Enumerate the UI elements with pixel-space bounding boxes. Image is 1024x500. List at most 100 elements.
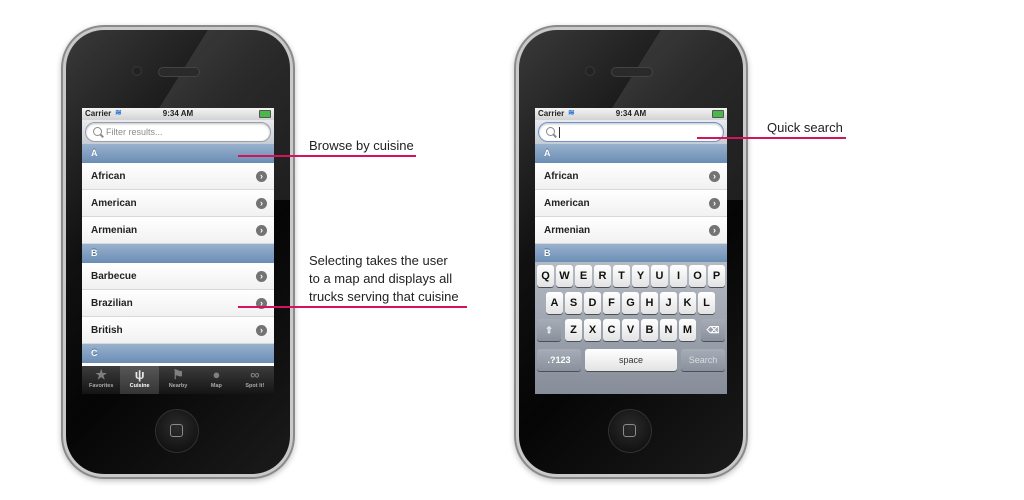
runner-icon: ⚑ xyxy=(172,367,184,382)
phone-left: Carrier ≋ 9:34 AM Filter results... A Af… xyxy=(66,30,290,474)
list-item-american[interactable]: American › xyxy=(82,190,274,217)
tab-favorites[interactable]: ★ Favorites xyxy=(82,366,120,394)
space-key[interactable]: space xyxy=(585,349,677,371)
search-icon xyxy=(546,127,555,136)
key-a[interactable]: A xyxy=(546,292,563,314)
tab-nearby[interactable]: ⚑ Nearby xyxy=(159,366,197,394)
key-j[interactable]: J xyxy=(660,292,677,314)
key-r[interactable]: R xyxy=(594,265,611,287)
keyboard-row-1: Q W E R T Y U I O P xyxy=(535,265,727,290)
list-item-label: African xyxy=(91,171,126,182)
search-key[interactable]: Search xyxy=(681,349,725,371)
key-x[interactable]: X xyxy=(584,319,601,341)
numbers-key[interactable]: .?123 xyxy=(537,349,581,371)
status-bar: Carrier ≋ 9:34 AM xyxy=(82,108,274,120)
fork-knife-icon: ψ xyxy=(134,367,145,382)
key-y[interactable]: Y xyxy=(632,265,649,287)
speaker-grille xyxy=(158,67,200,77)
shift-key[interactable]: ⇧ xyxy=(537,319,561,341)
key-z[interactable]: Z xyxy=(565,319,582,341)
annotation-line-2: to a map and displays all xyxy=(309,271,453,286)
search-input[interactable] xyxy=(538,122,724,142)
key-i[interactable]: I xyxy=(670,265,687,287)
list-item-brazilian[interactable]: Brazilian › xyxy=(82,290,274,317)
key-u[interactable]: U xyxy=(651,265,668,287)
key-e[interactable]: E xyxy=(575,265,592,287)
key-t[interactable]: T xyxy=(613,265,630,287)
list-item-label: African xyxy=(544,171,579,182)
annotation-line-browse xyxy=(238,155,416,157)
disclosure-arrow-icon[interactable]: › xyxy=(256,271,267,282)
key-h[interactable]: H xyxy=(641,292,658,314)
tab-label: Nearby xyxy=(168,383,188,389)
disclosure-arrow-icon[interactable]: › xyxy=(256,171,267,182)
disclosure-arrow-icon[interactable]: › xyxy=(256,325,267,336)
key-w[interactable]: W xyxy=(556,265,573,287)
list-item-african[interactable]: African › xyxy=(82,163,274,190)
filter-input[interactable]: Filter results... xyxy=(85,122,271,142)
key-p[interactable]: P xyxy=(708,265,725,287)
home-button-icon[interactable] xyxy=(156,410,198,452)
key-l[interactable]: L xyxy=(698,292,715,314)
key-b[interactable]: B xyxy=(641,319,658,341)
key-q[interactable]: Q xyxy=(537,265,554,287)
key-v[interactable]: V xyxy=(622,319,639,341)
tab-label: Cuisine xyxy=(129,383,150,389)
annotation-line-3: trucks serving that cuisine xyxy=(309,289,459,304)
key-s[interactable]: S xyxy=(565,292,582,314)
home-button-icon[interactable] xyxy=(609,410,651,452)
tab-spot-it[interactable]: ∞ Spot It! xyxy=(236,366,274,394)
key-k[interactable]: K xyxy=(679,292,696,314)
tab-map[interactable]: ● Map xyxy=(197,366,235,394)
clock: 9:34 AM xyxy=(162,109,194,118)
keyboard-row-3: ⇧ Z X C V B N M ⌫ xyxy=(535,319,727,344)
section-header-c: C xyxy=(82,344,274,363)
key-d[interactable]: D xyxy=(584,292,601,314)
key-g[interactable]: G xyxy=(622,292,639,314)
tab-bar: ★ Favorites ψ Cuisine ⚑ Nearby ● Map ∞ Spot I… xyxy=(82,366,274,394)
list-item-american[interactable]: American › xyxy=(535,190,727,217)
disclosure-arrow-icon[interactable]: › xyxy=(256,225,267,236)
list-item-label: Armenian xyxy=(91,225,138,236)
key-n[interactable]: N xyxy=(660,319,677,341)
list-item-british[interactable]: British › xyxy=(82,317,274,344)
text-caret xyxy=(559,127,560,138)
star-icon: ★ xyxy=(95,367,108,382)
screen-left: Carrier ≋ 9:34 AM Filter results... A Af… xyxy=(82,108,274,394)
tab-label: Map xyxy=(210,383,222,389)
binoculars-icon: ∞ xyxy=(250,367,260,382)
list-item-label: American xyxy=(544,198,590,209)
key-f[interactable]: F xyxy=(603,292,620,314)
backspace-key[interactable]: ⌫ xyxy=(701,319,725,341)
tab-label: Spot It! xyxy=(245,383,265,389)
disclosure-arrow-icon[interactable]: › xyxy=(709,198,720,209)
keyboard: Q W E R T Y U I O P A S D F G H J K L ⇧ … xyxy=(535,262,727,394)
list-item-armenian[interactable]: Armenian › xyxy=(535,217,727,244)
key-o[interactable]: O xyxy=(689,265,706,287)
annotation-line-quick-search xyxy=(697,137,846,139)
list-item-armenian[interactable]: Armenian › xyxy=(82,217,274,244)
tab-cuisine[interactable]: ψ Cuisine xyxy=(120,366,159,394)
annotation-line-selecting xyxy=(238,306,467,308)
key-m[interactable]: M xyxy=(679,319,696,341)
disclosure-arrow-icon[interactable]: › xyxy=(256,198,267,209)
annotation-quick-search: Quick search xyxy=(767,120,843,135)
search-icon xyxy=(93,127,102,136)
key-c[interactable]: C xyxy=(603,319,620,341)
annotation-line-1: Selecting takes the user xyxy=(309,253,448,268)
list-item-label: American xyxy=(91,198,137,209)
section-header-b: B xyxy=(82,244,274,263)
disclosure-arrow-icon[interactable]: › xyxy=(709,225,720,236)
list-item-barbecue[interactable]: Barbecue › xyxy=(82,263,274,290)
disclosure-arrow-icon[interactable]: › xyxy=(709,171,720,182)
status-bar: Carrier ≋ 9:34 AM xyxy=(535,108,727,120)
search-bar: Filter results... xyxy=(82,120,274,144)
keyboard-row-4: .?123 space Search xyxy=(535,349,727,374)
speaker-grille xyxy=(611,67,653,77)
keyboard-row-2: A S D F G H J K L xyxy=(535,292,727,317)
filter-placeholder: Filter results... xyxy=(106,127,163,137)
clock: 9:34 AM xyxy=(615,109,647,118)
list-item-african[interactable]: African › xyxy=(535,163,727,190)
screen-right: Carrier ≋ 9:34 AM A African › American › A… xyxy=(535,108,727,394)
globe-icon: ● xyxy=(212,367,221,382)
